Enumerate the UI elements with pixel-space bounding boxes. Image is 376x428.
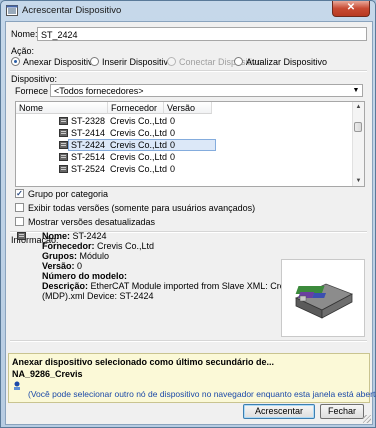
device-list[interactable]: Nome Fornecedor Versão ST-2328 Crevis Co… xyxy=(15,101,365,187)
close-button[interactable]: Fechar xyxy=(320,404,364,419)
hint-title: Anexar dispositivo selecionado como últi… xyxy=(12,357,275,367)
list-item-version: 0 xyxy=(170,152,176,162)
list-item-vendor: Crevis Co.,Ltd xyxy=(110,140,168,150)
info-groups-label: Grupos: xyxy=(42,251,77,261)
ethercat-module-icon xyxy=(295,283,353,319)
device-icon xyxy=(59,117,68,125)
list-item-name: ST-2328 xyxy=(71,116,106,126)
info-name-value: ST-2424 xyxy=(72,231,107,241)
list-item-version: 0 xyxy=(170,140,176,150)
column-header-version[interactable]: Versão xyxy=(164,102,212,114)
app-icon xyxy=(6,5,18,16)
radio-insert-device[interactable] xyxy=(90,57,99,66)
device-label: Dispositivo: xyxy=(11,74,58,84)
chevron-down-icon: ▼ xyxy=(352,87,360,94)
checkmark-icon: ✓ xyxy=(16,189,23,198)
device-icon xyxy=(59,165,68,173)
info-vendor-label: Fornecedor: xyxy=(42,241,95,251)
info-version-value: 0 xyxy=(77,261,83,271)
radio-append-device[interactable] xyxy=(11,57,20,66)
show-all-versions-label[interactable]: Exibir todas versões (somente para usuár… xyxy=(28,203,255,213)
window-title: Acrescentar Dispositivo xyxy=(22,5,122,16)
list-item-version: 0 xyxy=(170,128,176,138)
info-groups-value: Módulo xyxy=(79,251,110,261)
info-model-label: Número do modelo: xyxy=(42,271,127,281)
name-input[interactable]: ST_2424 xyxy=(37,27,367,41)
list-item-vendor: Crevis Co.,Ltd xyxy=(110,116,168,126)
vendor-dropdown[interactable]: <Todos fornecedores> ▼ xyxy=(50,84,363,97)
resize-grip-icon[interactable] xyxy=(363,415,371,423)
radio-append-label[interactable]: Anexar Dispositivo xyxy=(23,57,98,67)
list-item-version: 0 xyxy=(170,116,176,126)
name-label: Nome: xyxy=(11,29,38,39)
vendor-label: Fornece xyxy=(15,86,49,96)
scroll-down-icon[interactable]: ▼ xyxy=(353,176,364,186)
scroll-up-icon[interactable]: ▲ xyxy=(353,102,364,112)
info-icon xyxy=(14,381,20,390)
show-outdated-versions-checkbox[interactable] xyxy=(15,217,24,226)
list-item-name: ST-2524 xyxy=(71,164,106,174)
radio-update-label[interactable]: Atualizar Dispositivo xyxy=(246,57,327,67)
dialog-client: Nome: ST_2424 Ação: Anexar Dispositivo I… xyxy=(5,21,376,425)
group-by-category-label[interactable]: Grupo por categoria xyxy=(28,189,108,199)
close-icon: ✕ xyxy=(346,2,356,13)
hint-panel: Anexar dispositivo selecionado como últi… xyxy=(8,353,376,403)
device-icon xyxy=(17,232,26,240)
show-all-versions-checkbox[interactable] xyxy=(15,203,24,212)
list-item-name: ST-2514 xyxy=(71,152,106,162)
list-item[interactable]: ST-2514 Crevis Co.,Ltd 0 xyxy=(16,151,347,163)
list-item-name: ST-2424 xyxy=(71,140,106,150)
show-outdated-versions-label[interactable]: Mostrar versões desatualizadas xyxy=(28,217,155,227)
info-description-label: Descrição: xyxy=(42,281,89,291)
device-icon xyxy=(59,141,68,149)
radio-insert-label[interactable]: Inserir Dispositivo xyxy=(102,57,173,67)
info-vendor-value: Crevis Co.,Ltd xyxy=(97,241,155,251)
list-item[interactable]: ST-2524 Crevis Co.,Ltd 0 xyxy=(16,163,347,175)
hint-target: NA_9286_Crevis xyxy=(12,369,83,379)
radio-update-device[interactable] xyxy=(234,57,243,66)
device-icon xyxy=(59,153,68,161)
list-item-name: ST-2414 xyxy=(71,128,106,138)
scroll-thumb[interactable] xyxy=(354,122,362,132)
list-item-vendor: Crevis Co.,Ltd xyxy=(110,128,168,138)
list-item-vendor: Crevis Co.,Ltd xyxy=(110,152,168,162)
separator xyxy=(10,340,367,342)
list-item[interactable]: ST-2414 Crevis Co.,Ltd 0 xyxy=(16,127,347,139)
list-item-version: 0 xyxy=(170,164,176,174)
device-image-box xyxy=(281,259,365,337)
device-icon xyxy=(59,129,68,137)
title-bar[interactable]: Acrescentar Dispositivo ✕ xyxy=(1,1,375,21)
info-name-label: Nome: xyxy=(42,231,71,241)
group-by-category-checkbox[interactable]: ✓ xyxy=(15,189,24,198)
column-header-vendor[interactable]: Fornecedor xyxy=(108,102,164,114)
separator xyxy=(10,70,367,72)
column-header-name[interactable]: Nome xyxy=(16,102,108,114)
add-button[interactable]: Acrescentar xyxy=(243,404,315,419)
info-version-label: Versão: xyxy=(42,261,75,271)
action-label: Ação: xyxy=(11,46,35,56)
close-window-button[interactable]: ✕ xyxy=(332,1,370,17)
list-item[interactable]: ST-2328 Crevis Co.,Ltd 0 xyxy=(16,115,347,127)
dialog-window: Acrescentar Dispositivo ✕ Nome: ST_2424 … xyxy=(0,0,376,428)
radio-connect-device xyxy=(167,57,176,66)
vendor-dropdown-value: <Todos fornecedores> xyxy=(54,86,144,96)
hint-note: (Você pode selecionar outro nó de dispos… xyxy=(28,389,376,399)
list-item-vendor: Crevis Co.,Ltd xyxy=(110,164,168,174)
list-item-selected[interactable]: ST-2424 Crevis Co.,Ltd 0 xyxy=(16,139,347,151)
list-scrollbar[interactable]: ▲ ▼ xyxy=(352,102,364,186)
